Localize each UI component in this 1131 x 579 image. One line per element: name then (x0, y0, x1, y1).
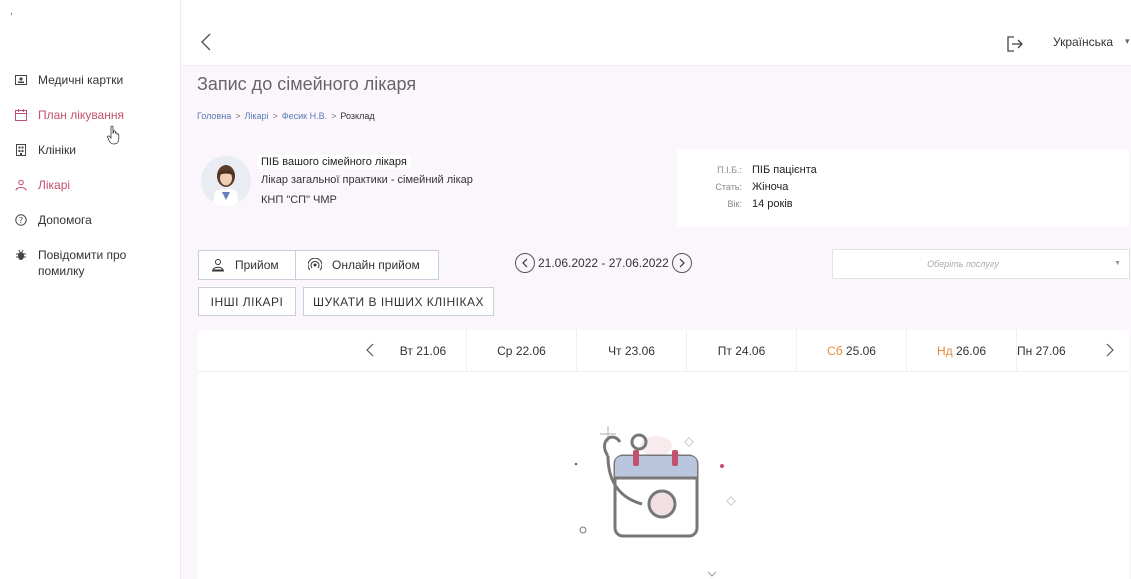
breadcrumb-separator: > (272, 111, 278, 121)
sidebar-item-label: Медичні картки (38, 73, 124, 87)
patient-age-row: Вік: 14 років (677, 198, 793, 210)
sidebar-item-label: Лікарі (38, 178, 71, 192)
search-other-clinics-button[interactable]: ШУКАТИ В ІНШИХ КЛІНІКАХ (303, 287, 494, 316)
service-placeholder: Оберіть послугу (927, 259, 999, 269)
day-date: 26.06 (955, 344, 987, 358)
day-column-header[interactable]: Нд 26.06 (906, 330, 1016, 372)
empty-schedule-illustration-icon (574, 426, 736, 577)
breadcrumb-doctor[interactable]: Фесик Н.В. (282, 111, 327, 121)
chevron-down-icon: ▼ (1114, 260, 1121, 267)
day-name: Чт (608, 344, 622, 358)
patient-name-label: П.І.Б.: (717, 165, 742, 175)
logout-icon[interactable] (1005, 34, 1025, 54)
doctor-organization: КНП "СП" ЧМР (261, 194, 337, 206)
sidebar-item-medical-cards[interactable]: Медичні картки (0, 72, 181, 107)
topbar: Українська ▾ (181, 18, 1131, 66)
main-content: Запис до сімейного лікаря Головна > Ліка… (181, 66, 1131, 579)
page-title: Запис до сімейного лікаря (197, 74, 417, 94)
breadcrumb-home[interactable]: Головна (197, 111, 231, 121)
online-receipt-label: Онлайн прийом (332, 258, 420, 272)
patient-age-label: Вік: (727, 199, 742, 209)
day-column-header[interactable]: Чт 23.06 (576, 330, 686, 372)
service-select[interactable]: Оберіть послугу ▼ (832, 249, 1130, 279)
breadcrumb-doctors[interactable]: Лікарі (244, 111, 268, 121)
broadcast-icon (308, 258, 322, 272)
hand-cursor-icon (107, 125, 120, 145)
back-arrow-icon[interactable] (199, 31, 213, 53)
breadcrumb-separator: > (235, 111, 241, 121)
day-date: 22.06 (515, 344, 546, 358)
language-selector[interactable]: Українська (1053, 35, 1113, 49)
date-range: 21.06.2022 - 27.06.2022 (515, 253, 692, 273)
receipt-label: Прийом (235, 258, 279, 272)
building-icon (14, 143, 28, 157)
help-icon: ? (14, 213, 28, 227)
days-header: Вт 21.06 Ср 22.06 Чт 23.06 Пт 24.06 Сб 2… (198, 330, 1129, 372)
day-name: Ср (497, 344, 513, 358)
sidebar-item-label: План лікування (38, 108, 124, 122)
id-card-icon (14, 73, 28, 87)
online-receipt-button[interactable]: Онлайн прийом (296, 250, 439, 280)
sidebar-item-help[interactable]: ? Допомога (0, 212, 181, 247)
date-range-text: 21.06.2022 - 27.06.2022 (538, 256, 669, 270)
sidebar-item-label: Повідомити про помилку (38, 248, 127, 278)
stray-mark: , (10, 6, 13, 17)
day-name: Вт (399, 344, 413, 358)
bug-icon (14, 248, 28, 262)
patient-name-row: П.І.Б.: ПІБ пацієнта (677, 164, 817, 176)
sidebar-item-label: Клініки (38, 143, 76, 157)
sidebar-item-label: Допомога (38, 213, 92, 227)
sidebar-item-report-bug[interactable]: Повідомити про помилку (0, 247, 181, 297)
next-day-icon[interactable] (1105, 343, 1115, 357)
day-name: Пт (717, 344, 732, 358)
day-column-header[interactable]: Сб 25.06 (796, 330, 906, 372)
doctor-specialty: Лікар загальної практики - сімейний ліка… (261, 174, 473, 186)
other-doctors-button[interactable]: ІНШІ ЛІКАРІ (198, 287, 296, 316)
doctor-card: ПІБ вашого сімейного лікаря Лікар загаль… (197, 150, 671, 226)
sidebar: , Медичні картки План лікування Клініки … (0, 0, 181, 579)
avatar (201, 156, 251, 206)
sidebar-item-treatment-plan[interactable]: План лікування (0, 107, 181, 142)
prev-day-icon[interactable] (365, 343, 375, 357)
patient-age-value: 14 років (752, 198, 793, 210)
patient-sex-value: Жіноча (752, 181, 789, 193)
calendar-icon (14, 108, 28, 122)
receipt-button[interactable]: Прийом (198, 250, 296, 280)
day-name: Сб (827, 344, 843, 358)
day-date: 23.06 (624, 344, 655, 358)
next-week-button[interactable] (671, 253, 692, 273)
person-icon (211, 258, 225, 272)
doctor-name: ПІБ вашого сімейного лікаря (257, 155, 411, 169)
sidebar-item-doctors[interactable]: Лікарі (0, 177, 181, 212)
day-column-header[interactable]: Пт 24.06 (686, 330, 796, 372)
day-date: 25.06 (845, 344, 876, 358)
schedule-grid: Вт 21.06 Ср 22.06 Чт 23.06 Пт 24.06 Сб 2… (198, 330, 1129, 579)
day-column-header[interactable]: Пн 27.06 (1016, 330, 1096, 372)
day-name: Нд (936, 344, 953, 358)
sidebar-item-clinics[interactable]: Клініки (0, 142, 181, 177)
breadcrumb: Головна > Лікарі > Фесик Н.В. > Розклад (197, 111, 375, 121)
day-column-header[interactable]: Вт 21.06 (383, 330, 463, 372)
svg-text:?: ? (19, 216, 23, 225)
day-date: 24.06 (735, 344, 766, 358)
patient-name-value: ПІБ пацієнта (752, 164, 817, 176)
day-date: 27.06 (1035, 344, 1066, 358)
prev-week-button[interactable] (515, 253, 535, 273)
breadcrumb-separator: > (331, 111, 337, 121)
day-date: 21.06 (416, 344, 447, 358)
chevron-down-icon[interactable]: ▾ (1125, 36, 1130, 47)
patient-sex-label: Стать: (715, 182, 742, 192)
breadcrumb-current: Розклад (340, 111, 375, 121)
sidebar-nav: Медичні картки План лікування Клініки Лі… (0, 72, 181, 297)
doctor-icon (14, 178, 28, 192)
day-name: Пн (1017, 344, 1033, 358)
patient-card: П.І.Б.: ПІБ пацієнта Стать: Жіноча Вік: … (677, 150, 1129, 226)
day-column-header[interactable]: Ср 22.06 (466, 330, 576, 372)
patient-sex-row: Стать: Жіноча (677, 181, 788, 193)
